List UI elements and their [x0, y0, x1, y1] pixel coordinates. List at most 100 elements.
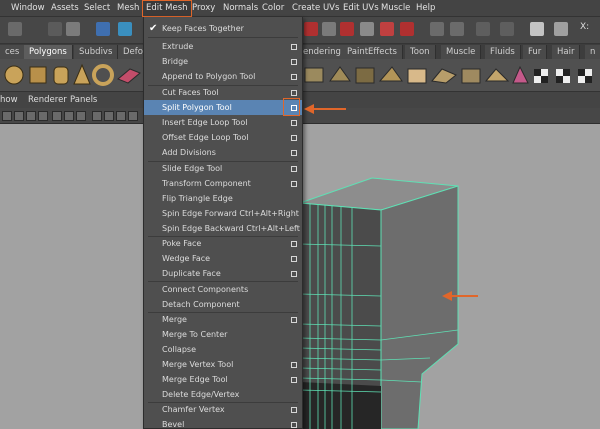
tab-painteffects[interactable]: PaintEffects — [342, 45, 403, 59]
option-box-icon[interactable] — [291, 256, 297, 262]
extract-icon[interactable] — [355, 67, 375, 84]
move-tool-icon[interactable] — [96, 22, 110, 36]
option-box-icon[interactable] — [291, 181, 297, 187]
option-box-icon[interactable] — [291, 362, 297, 368]
menu-item-merge-to-center[interactable]: Merge To Center — [144, 327, 302, 342]
menu-item-detach-component[interactable]: Detach Component — [144, 297, 302, 312]
option-box-icon[interactable] — [291, 166, 297, 172]
menu-item-chamfer-vertex[interactable]: Chamfer Vertex — [144, 402, 302, 417]
history-icon[interactable] — [322, 22, 336, 36]
menu-help[interactable]: Help — [416, 0, 435, 17]
film-gate-icon[interactable] — [64, 111, 74, 121]
menu-item-merge-vertex-tool[interactable]: Merge Vertex Tool — [144, 357, 302, 372]
menu-edit-uvs[interactable]: Edit UVs — [343, 0, 379, 17]
option-box-icon[interactable] — [291, 271, 297, 277]
input-field-toggle-icon[interactable] — [530, 22, 544, 36]
separate-icon[interactable] — [329, 66, 351, 82]
tab-hair[interactable]: Hair — [552, 45, 581, 59]
grid-toggle-icon[interactable] — [52, 111, 62, 121]
absolute-transform-icon[interactable] — [554, 22, 568, 36]
select-mode-icon[interactable] — [48, 22, 62, 36]
camera-select-icon[interactable] — [2, 111, 12, 121]
tab-rendering[interactable]: endering — [298, 45, 347, 59]
select-object-icon[interactable] — [66, 22, 80, 36]
poly-plane-icon[interactable] — [117, 68, 141, 84]
poly-cone-icon[interactable] — [73, 63, 91, 85]
menu-item-duplicate-face[interactable]: Duplicate Face — [144, 266, 302, 281]
tab-toon[interactable]: Toon — [405, 45, 436, 59]
ipr-render-icon[interactable] — [430, 22, 444, 36]
option-box-icon[interactable] — [291, 59, 297, 65]
panel-menu-renderer[interactable]: Renderer — [28, 92, 67, 108]
menu-select[interactable]: Select — [84, 0, 110, 17]
panel-menu-panels[interactable]: Panels — [70, 92, 97, 108]
option-box-icon[interactable] — [291, 407, 297, 413]
menu-item-poke-face[interactable]: Poke Face — [144, 236, 302, 251]
menu-item-add-divisions[interactable]: Add Divisions — [144, 145, 302, 160]
render-icon[interactable] — [360, 22, 374, 36]
menu-item-slide-edge-tool[interactable]: Slide Edge Tool — [144, 161, 302, 176]
combine-icon[interactable] — [304, 67, 324, 83]
poly-torus-icon[interactable] — [92, 64, 114, 86]
menu-item-insert-edge-loop-tool[interactable]: Insert Edge Loop Tool — [144, 115, 302, 130]
option-box-icon[interactable] — [291, 150, 297, 156]
wireframe-icon[interactable] — [92, 111, 102, 121]
tab-subdivs[interactable]: Subdivs — [74, 45, 119, 59]
menu-item-append-to-polygon-tool[interactable]: Append to Polygon Tool — [144, 69, 302, 84]
checker-uv-third-icon[interactable] — [578, 69, 592, 83]
menu-item-merge-edge-tool[interactable]: Merge Edge Tool — [144, 372, 302, 387]
merge-icon[interactable] — [484, 68, 510, 82]
menu-mesh[interactable]: Mesh — [117, 0, 139, 17]
render-settings-icon[interactable] — [450, 22, 464, 36]
render-view-icon[interactable] — [500, 22, 514, 36]
option-box-icon[interactable] — [291, 241, 297, 247]
tab-surfaces[interactable]: ces — [0, 45, 26, 59]
extrude-icon[interactable] — [407, 68, 427, 84]
menu-item-connect-components[interactable]: Connect Components — [144, 282, 302, 297]
menu-item-transform-component[interactable]: Transform Component — [144, 176, 302, 191]
menu-edit-mesh[interactable]: Edit Mesh — [142, 0, 192, 17]
uv-map-icon[interactable] — [512, 65, 529, 84]
menu-create-uvs[interactable]: Create UVs — [292, 0, 339, 17]
panel-menu-show[interactable]: how — [0, 92, 18, 108]
menu-proxy[interactable]: Proxy — [192, 0, 215, 17]
option-box-icon[interactable] — [291, 44, 297, 50]
menu-item-delete-edge-vertex[interactable]: Delete Edge/Vertex — [144, 387, 302, 402]
tab-polygons[interactable]: Polygons — [24, 45, 73, 59]
menu-item-keep-faces-together[interactable]: ✔ Keep Faces Together — [144, 21, 302, 36]
snap-curve-icon[interactable] — [340, 22, 354, 36]
resolution-gate-icon[interactable] — [76, 111, 86, 121]
bookmark-icon[interactable] — [26, 111, 36, 121]
smooth-shade-icon[interactable] — [104, 111, 114, 121]
status-line-toggle-icon[interactable] — [8, 22, 22, 36]
menu-item-merge[interactable]: Merge — [144, 312, 302, 327]
menu-assets[interactable]: Assets — [51, 0, 79, 17]
checker-display-icon[interactable] — [128, 111, 138, 121]
snap-plane-icon[interactable] — [400, 22, 414, 36]
tab-more[interactable]: n — [585, 45, 600, 59]
option-box-icon[interactable] — [291, 74, 297, 80]
smooth-icon[interactable] — [378, 66, 403, 82]
option-box-icon[interactable] — [291, 135, 297, 141]
append-icon[interactable] — [461, 68, 481, 84]
menu-item-extrude[interactable]: Extrude — [144, 39, 302, 54]
hypershade-icon[interactable] — [476, 22, 490, 36]
menu-item-spin-edge-backward[interactable]: Spin Edge Backward Ctrl+Alt+Left — [144, 221, 302, 236]
menu-window[interactable]: Window — [11, 0, 45, 17]
option-box-icon[interactable] — [291, 422, 297, 428]
snap-point-icon[interactable] — [380, 22, 394, 36]
poly-sphere-icon[interactable] — [4, 65, 24, 85]
magnet-snap-icon[interactable] — [304, 22, 318, 36]
menu-muscle[interactable]: Muscle — [381, 0, 410, 17]
image-plane-icon[interactable] — [38, 111, 48, 121]
option-box-icon[interactable] — [291, 90, 297, 96]
menu-item-wedge-face[interactable]: Wedge Face — [144, 251, 302, 266]
menu-item-split-polygon-tool[interactable]: Split Polygon Tool — [144, 100, 302, 115]
menu-item-collapse[interactable]: Collapse — [144, 342, 302, 357]
menu-normals[interactable]: Normals — [223, 0, 258, 17]
menu-item-flip-triangle-edge[interactable]: Flip Triangle Edge — [144, 191, 302, 206]
checker-uv-icon[interactable] — [534, 69, 548, 83]
tab-muscle[interactable]: Muscle — [441, 45, 482, 59]
menu-item-bridge[interactable]: Bridge — [144, 54, 302, 69]
bridge-icon[interactable] — [431, 68, 457, 84]
